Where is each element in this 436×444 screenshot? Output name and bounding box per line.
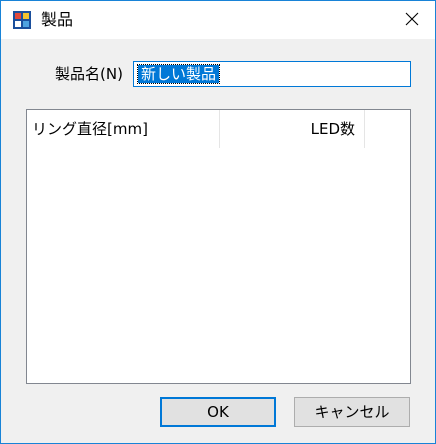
window-title: 製品 <box>41 10 74 29</box>
ring-list[interactable]: リング直径[mm] LED数 <box>26 109 411 384</box>
product-name-value: 新しい製品 <box>136 64 221 84</box>
product-dialog: 製品 製品名(N) 新しい製品 リング直径[mm] LED数 OK キャンセル <box>0 0 436 444</box>
ok-button[interactable]: OK <box>160 397 276 427</box>
cancel-button[interactable]: キャンセル <box>294 397 410 427</box>
close-button[interactable] <box>389 1 435 39</box>
product-name-label: 製品名(N) <box>55 65 123 83</box>
column-header-led-count[interactable]: LED数 <box>220 110 365 148</box>
column-header-ring-diameter[interactable]: リング直径[mm] <box>27 110 220 148</box>
close-icon <box>405 11 419 30</box>
app-window-icon <box>13 11 31 29</box>
title-bar[interactable]: 製品 <box>1 1 435 39</box>
list-header: リング直径[mm] LED数 <box>27 110 410 148</box>
product-name-input[interactable]: 新しい製品 <box>133 61 411 87</box>
